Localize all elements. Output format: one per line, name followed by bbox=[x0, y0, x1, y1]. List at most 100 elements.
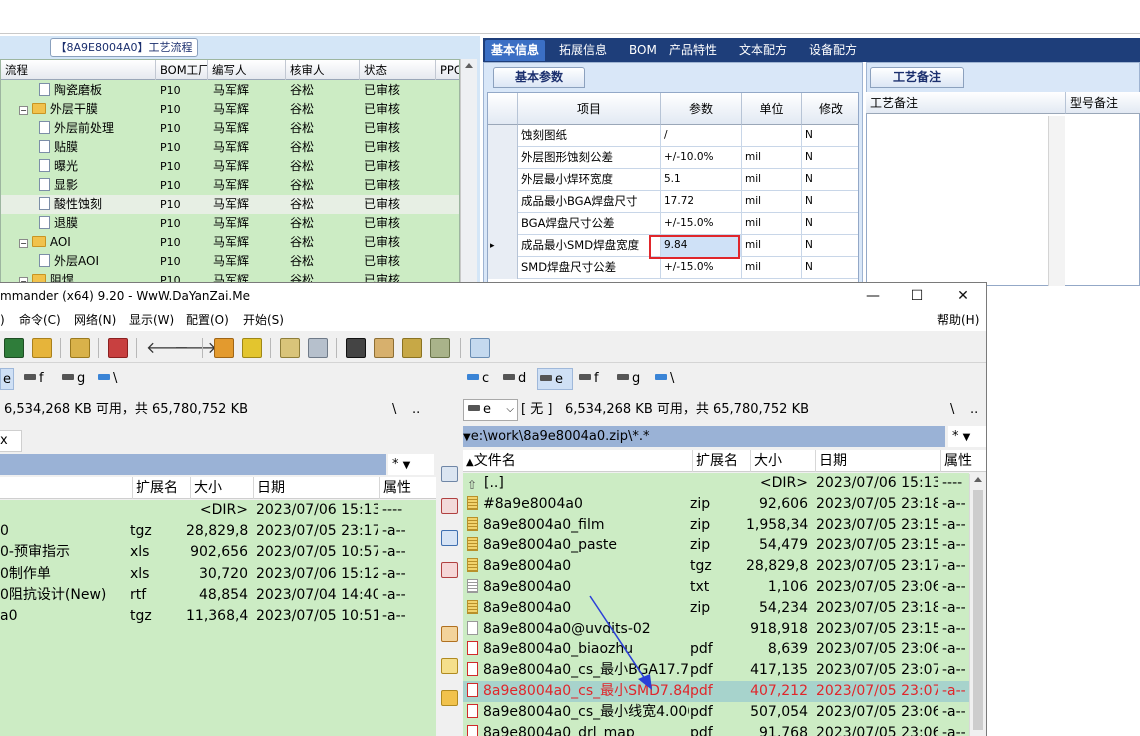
param-cell-value[interactable]: +/-15.0% bbox=[661, 257, 742, 279]
folder-icon[interactable] bbox=[441, 690, 458, 706]
col-header-bom-factory[interactable]: BOM工厂 bbox=[156, 60, 208, 80]
param-row[interactable]: SMD焊盘尺寸公差 +/-15.0% mil N bbox=[488, 257, 858, 279]
file-row[interactable]: 8a9e8004a0 txt 1,106 2023/07/05 23:06 -a-- bbox=[463, 577, 969, 598]
find-icon[interactable] bbox=[346, 338, 366, 358]
tree-row[interactable]: 外层AOI P10 马军辉 谷松 已审核 bbox=[1, 252, 459, 271]
minimize-button[interactable]: — bbox=[850, 283, 896, 309]
tree-row[interactable]: − AOI P10 马军辉 谷松 已审核 bbox=[1, 233, 459, 252]
menu-show[interactable]: 显示(W) bbox=[129, 309, 174, 331]
rename-icon[interactable] bbox=[374, 338, 394, 358]
notes-scrollbar[interactable] bbox=[1048, 116, 1065, 286]
col-header-date[interactable]: 日期 bbox=[253, 477, 379, 499]
subtab-process-notes[interactable]: 工艺备注 bbox=[870, 67, 964, 88]
left-filter[interactable]: * ▼ bbox=[388, 454, 434, 475]
drive-button-network[interactable]: \ bbox=[653, 368, 674, 390]
settings-icon[interactable] bbox=[108, 338, 128, 358]
tree-row[interactable]: 曝光 P10 马军辉 谷松 已审核 bbox=[1, 157, 459, 176]
collapse-icon[interactable]: − bbox=[19, 106, 28, 115]
file-row[interactable]: 8a9e8004a0_film zip 1,958,343 2023/07/05 23… bbox=[463, 515, 969, 536]
drive-button-g[interactable]: g bbox=[615, 368, 640, 390]
drive-button-f[interactable]: f bbox=[577, 368, 599, 390]
compare-icon[interactable] bbox=[70, 338, 90, 358]
col-header-unit[interactable]: 单位 bbox=[742, 93, 802, 125]
forward-icon[interactable]: 🡒 bbox=[174, 338, 217, 358]
right-path-bar[interactable]: ▼e:\work\8a9e8004a0.zip\*.* bbox=[463, 426, 945, 447]
drive-button-e[interactable]: e bbox=[0, 368, 14, 390]
col-header-process[interactable]: 流程 bbox=[1, 60, 156, 80]
drive-button-e-active[interactable]: e bbox=[537, 368, 573, 390]
tree-row[interactable]: 陶瓷磨板 P10 马军辉 谷松 已审核 bbox=[1, 81, 459, 100]
tab-text-recipe[interactable]: 文本配方 bbox=[733, 40, 793, 61]
edit-file-icon[interactable] bbox=[441, 498, 458, 514]
right-filter[interactable]: * ▼ bbox=[948, 426, 986, 447]
col-header-size[interactable]: 大小 bbox=[750, 450, 815, 472]
tab-product-features[interactable]: 产品特性 bbox=[663, 40, 723, 61]
maximize-button[interactable]: ☐ bbox=[894, 283, 940, 309]
param-cell-value[interactable]: 17.72 bbox=[661, 191, 742, 213]
row-header[interactable] bbox=[488, 213, 518, 235]
tree-row[interactable]: 贴膜 P10 马军辉 谷松 已审核 bbox=[1, 138, 459, 157]
right-scrollbar[interactable] bbox=[969, 474, 986, 736]
menu-item-partial[interactable]: ) bbox=[0, 309, 5, 331]
scroll-thumb[interactable] bbox=[973, 490, 983, 730]
tab-bom[interactable]: BOM bbox=[623, 40, 663, 61]
file-row[interactable]: 0阻抗设计(New) rtf 48,854 2023/07/04 14:40 -a-- bbox=[0, 585, 436, 606]
chevron-down-icon[interactable]: ▼ bbox=[463, 432, 471, 443]
param-cell-value[interactable]: / bbox=[661, 125, 742, 147]
file-row[interactable]: 8a9e8004a0@uvdits-02 918,918 2023/07/05 23… bbox=[463, 619, 969, 640]
subtab-basic-params[interactable]: 基本参数 bbox=[493, 67, 585, 88]
col-header-item[interactable]: 项目 bbox=[518, 93, 661, 125]
col-header-param[interactable]: 参数 bbox=[661, 93, 742, 125]
left-nav-root[interactable]: \ bbox=[392, 396, 396, 424]
file-row[interactable]: 0-预审指示 xls 902,656 2023/07/05 10:57 -a-- bbox=[0, 542, 436, 563]
file-row[interactable]: 8a9e8004a0_paste zip 54,479 2023/07/05 23:1… bbox=[463, 535, 969, 556]
param-cell-value[interactable]: +/-10.0% bbox=[661, 147, 742, 169]
view-file-icon[interactable] bbox=[441, 466, 458, 482]
col-header-filename[interactable]: ▲文件名 bbox=[463, 450, 692, 472]
pack-icon[interactable] bbox=[441, 626, 458, 642]
col-header-model-notes[interactable]: 型号备注 bbox=[1066, 92, 1140, 114]
param-row[interactable]: 外层最小焊环宽度 5.1 mil N bbox=[488, 169, 858, 191]
file-row[interactable]: 8a9e8004a0_biaozhu pdf 8,639 2023/07/05 23:… bbox=[463, 639, 969, 660]
col-header-attr[interactable]: 属性 bbox=[940, 450, 986, 472]
chevron-down-icon[interactable]: ▼ bbox=[963, 432, 971, 443]
col-header-process-notes[interactable]: 工艺备注 bbox=[866, 92, 1066, 114]
tree-row[interactable]: 退膜 P10 马军辉 谷松 已审核 bbox=[1, 214, 459, 233]
row-header[interactable] bbox=[488, 147, 518, 169]
col-header-author[interactable]: 编写人 bbox=[208, 60, 286, 80]
chevron-down-icon[interactable]: ⌵ bbox=[506, 400, 514, 420]
row-header[interactable] bbox=[488, 125, 518, 147]
tree-row[interactable]: 酸性蚀刻 P10 马军辉 谷松 已审核 bbox=[1, 195, 459, 214]
col-header-modify[interactable]: 修改 bbox=[802, 93, 858, 125]
tab-equipment-recipe[interactable]: 设备配方 bbox=[803, 40, 863, 61]
param-row[interactable]: 外层图形蚀刻公差 +/-10.0% mil N bbox=[488, 147, 858, 169]
menu-help[interactable]: 帮助(H) bbox=[937, 309, 979, 331]
tab-extended-info[interactable]: 拓展信息 bbox=[553, 40, 613, 61]
col-header-ppc[interactable]: PPC bbox=[436, 60, 459, 80]
row-header[interactable] bbox=[488, 257, 518, 279]
copy-icon[interactable] bbox=[441, 530, 458, 546]
param-row[interactable]: 成品最小BGA焊盘尺寸 17.72 mil N bbox=[488, 191, 858, 213]
param-cell-value[interactable]: +/-15.0% bbox=[661, 213, 742, 235]
scroll-up-icon[interactable] bbox=[974, 477, 982, 482]
tree-row[interactable]: − 外层干膜 P10 马军辉 谷松 已审核 bbox=[1, 100, 459, 119]
drive-button-d[interactable]: d bbox=[501, 368, 526, 390]
param-row[interactable]: 蚀刻图纸 / N bbox=[488, 125, 858, 147]
file-row[interactable]: #8a9e8004a0 zip 92,606 2023/07/05 23:18 -a-- bbox=[463, 494, 969, 515]
col-header-reviewer[interactable]: 核审人 bbox=[286, 60, 360, 80]
drive-button-f[interactable]: f bbox=[22, 368, 44, 390]
drive-button-network[interactable]: \ bbox=[96, 368, 117, 390]
menu-config[interactable]: 配置(O) bbox=[186, 309, 229, 331]
param-row[interactable]: BGA焊盘尺寸公差 +/-15.0% mil N bbox=[488, 213, 858, 235]
collapse-icon[interactable]: − bbox=[19, 239, 28, 248]
pack-icon[interactable] bbox=[214, 338, 234, 358]
ftp-icon[interactable] bbox=[280, 338, 300, 358]
new-folder-icon[interactable] bbox=[441, 658, 458, 674]
view-icon[interactable] bbox=[4, 338, 24, 358]
tab-basic-info[interactable]: 基本信息 bbox=[485, 40, 546, 61]
col-header-name[interactable] bbox=[0, 477, 132, 499]
scroll-up-icon[interactable] bbox=[465, 63, 473, 68]
col-header-attr[interactable]: 属性 bbox=[379, 477, 436, 499]
file-row[interactable]: 8a9e8004a0_cs_最小线宽4.000 pdf 507,054 2023/07… bbox=[463, 702, 969, 723]
row-header[interactable] bbox=[488, 191, 518, 213]
